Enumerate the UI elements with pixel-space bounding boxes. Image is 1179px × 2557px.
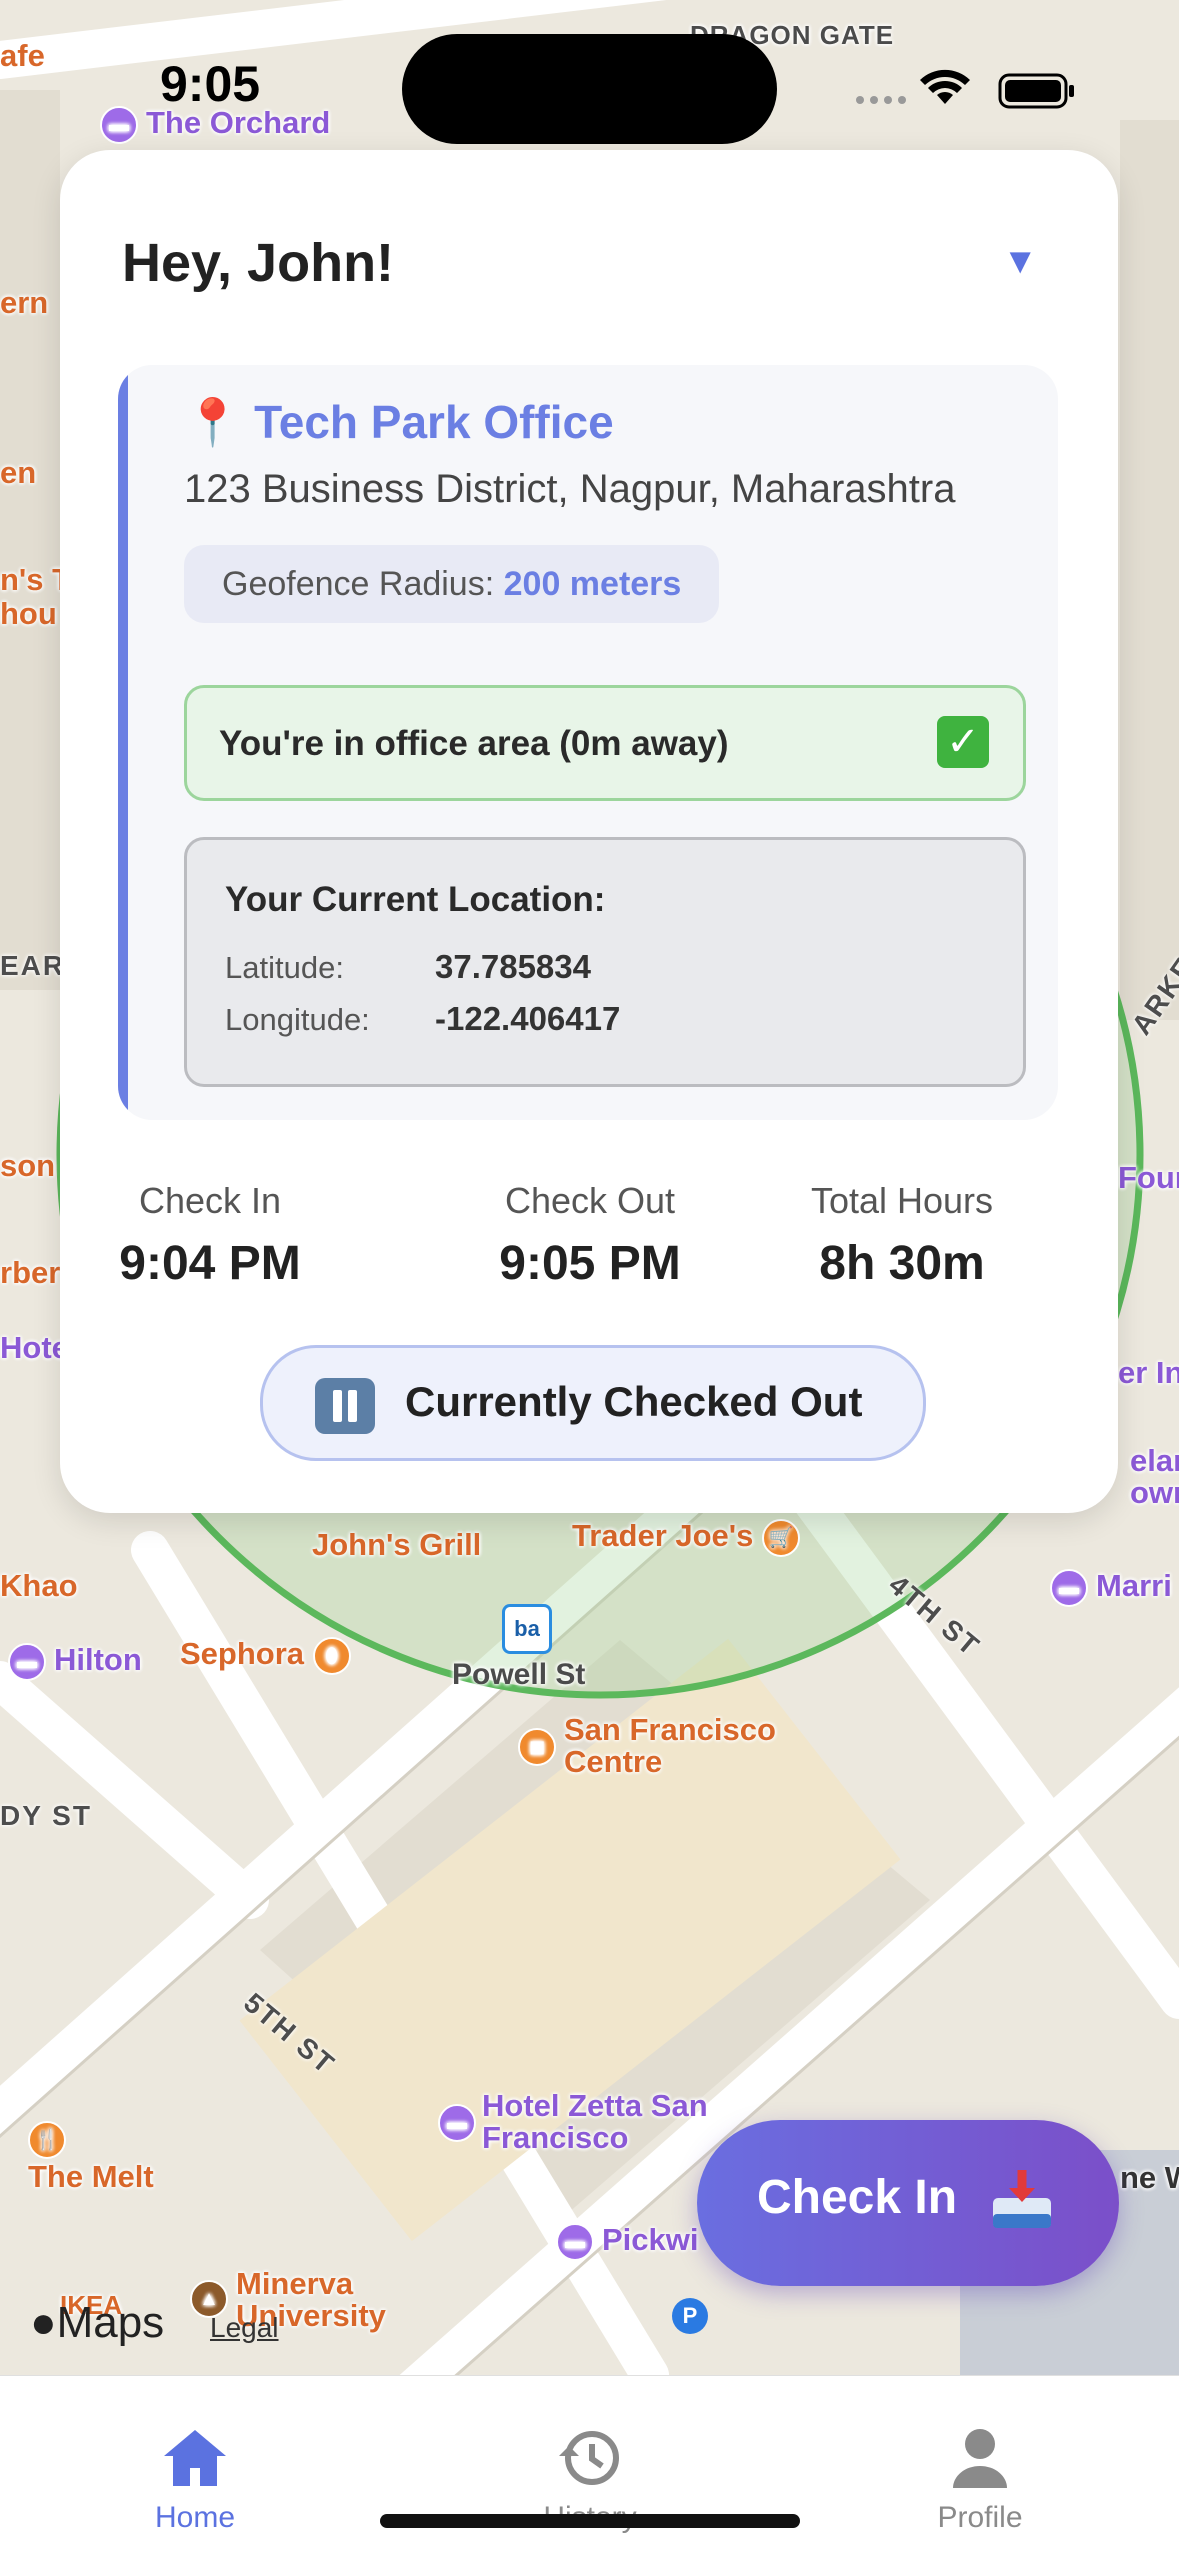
signal-icon — [856, 96, 906, 104]
map-poi-en: en — [0, 455, 37, 490]
map-poi-johns-grill[interactable]: John's Grill — [312, 1527, 481, 1563]
collapse-chevron-icon[interactable]: ▼ — [1002, 240, 1038, 282]
longitude-value: -122.406417 — [435, 1000, 621, 1037]
accent-bar — [118, 365, 128, 1120]
map-poi-rber: rber — [0, 1255, 61, 1290]
pause-icon — [315, 1378, 375, 1434]
map-poi-four: Four — [1118, 1160, 1179, 1195]
dynamic-island — [402, 34, 777, 144]
status-icons — [850, 62, 1080, 117]
status-bar: 9:05 — [0, 0, 1179, 150]
map-poi-ern: ern — [0, 285, 49, 320]
longitude-label: Longitude: — [225, 1002, 370, 1037]
map-poi-khao: Khao — [0, 1568, 78, 1603]
map-poi-trader-joes[interactable]: Trader Joe's 🛒 — [572, 1518, 808, 1557]
parking-icon[interactable]: P — [672, 2298, 708, 2334]
total-hours-value: 8h 30m — [819, 1237, 985, 1290]
tab-home-label: Home — [154, 2501, 236, 2534]
current-location-title: Your Current Location: — [225, 880, 606, 919]
check-in-value: 9:04 PM — [119, 1237, 301, 1290]
tab-profile-label: Profile — [937, 2501, 1023, 2534]
home-icon — [164, 2430, 226, 2486]
total-hours-label: Total Hours — [810, 1180, 994, 1221]
map-poi-son: son — [0, 1148, 56, 1183]
map-poi-erin: er In — [1118, 1355, 1179, 1390]
office-info-panel: 📍 Tech Park Office 123 Business District… — [118, 365, 1058, 1120]
geofence-radius-badge: Geofence Radius: 200 meters — [184, 545, 720, 623]
geofence-status-banner: You're in office area (0m away) ✓ — [184, 685, 1026, 801]
map-street-ear: EAR — [0, 950, 66, 981]
map-poi-the-melt[interactable]: 🍴 The Melt — [28, 2120, 188, 2195]
check-in-label: Check In — [138, 1180, 282, 1221]
profile-icon — [953, 2429, 1007, 2488]
map-poi-hou: hou — [0, 596, 57, 631]
wifi-icon — [920, 69, 970, 104]
checkout-status-badge: Currently Checked Out — [260, 1345, 926, 1461]
map-poi-me-w: ne W — [1120, 2160, 1179, 2195]
map-poi-elaro: elaro — [1130, 1443, 1179, 1478]
attendance-card: Hey, John! ▼ 📍 Tech Park Office 123 Busi… — [60, 150, 1118, 1513]
map-poi-powell-st[interactable]: Powell St — [452, 1658, 585, 1692]
battery-icon — [998, 73, 1074, 109]
map-street-dy: DY ST — [0, 1800, 92, 1831]
greeting-title: Hey, John! — [122, 233, 395, 293]
map-poi-marriott: ▬ Marri — [1050, 1568, 1172, 1607]
tab-bar: Home History Profile — [0, 2375, 1179, 2557]
inbox-tray-icon — [993, 2170, 1051, 2228]
current-location-box: Your Current Location: Latitude: 37.7858… — [184, 837, 1026, 1087]
status-time: 9:05 — [160, 56, 261, 112]
check-in-stat: Check In 9:04 PM — [60, 1180, 360, 1291]
map-poi-hilton[interactable]: ▬ Hilton — [8, 1642, 142, 1681]
map-poi-sf-centre[interactable]: ◼ San Francisco Centre — [518, 1714, 854, 1778]
pin-icon: 📍 — [184, 396, 242, 448]
office-address: 123 Business District, Nagpur, Maharasht… — [184, 467, 956, 511]
apple-maps-logo: ●Maps — [30, 2298, 165, 2347]
tab-profile[interactable]: Profile — [830, 2376, 1130, 2557]
check-in-button-label: Check In — [757, 2171, 958, 2224]
home-indicator[interactable] — [380, 2514, 800, 2528]
checkmark-icon: ✓ — [937, 716, 989, 768]
legal-link[interactable]: Legal — [210, 2312, 279, 2344]
check-out-stat: Check Out 9:05 PM — [440, 1180, 740, 1291]
apple-logo-icon: ● — [30, 2298, 57, 2347]
check-out-label: Check Out — [504, 1180, 676, 1221]
geofence-status-text: You're in office area (0m away) — [219, 724, 729, 763]
map-poi-owntc: owntc — [1130, 1475, 1179, 1510]
map-poi-sephora[interactable]: Sephora ⬮ — [180, 1636, 359, 1675]
office-name: 📍 Tech Park Office — [184, 396, 614, 448]
tab-history[interactable]: History — [440, 2376, 740, 2557]
map-poi-hote: Hote — [0, 1330, 69, 1365]
check-in-button[interactable]: Check In — [697, 2120, 1119, 2286]
total-hours-stat: Total Hours 8h 30m — [752, 1180, 1052, 1291]
map-poi-pickwick[interactable]: ▬ Pickwi — [556, 2222, 699, 2261]
latitude-label: Latitude: — [225, 950, 344, 985]
latitude-value: 37.785834 — [435, 948, 591, 985]
transit-station-icon[interactable]: ba — [502, 1604, 552, 1654]
history-icon — [559, 2431, 619, 2485]
checkout-status-text: Currently Checked Out — [405, 1378, 863, 1425]
map-poi-hotel-zetta[interactable]: ▬ Hotel Zetta San Francisco — [438, 2090, 742, 2154]
check-out-value: 9:05 PM — [499, 1237, 681, 1290]
tab-home[interactable]: Home — [45, 2376, 345, 2557]
